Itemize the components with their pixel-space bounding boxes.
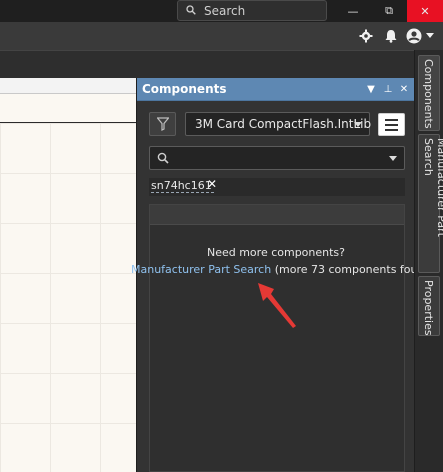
side-tab-manufacturer-part-search[interactable]: Manufacturer Part Search bbox=[418, 134, 443, 273]
pin-icon[interactable]: ⊥ bbox=[382, 83, 394, 95]
title-bar: Search — ⧉ ✕ bbox=[0, 0, 443, 22]
canvas-ruler bbox=[0, 78, 136, 94]
library-select[interactable]: 3M Card CompactFlash.IntLib bbox=[185, 112, 372, 136]
gear-icon[interactable] bbox=[358, 28, 374, 44]
side-tab-label: Components bbox=[422, 59, 435, 129]
search-icon bbox=[157, 152, 169, 164]
minimize-icon: — bbox=[347, 4, 359, 18]
side-panel-tabs: Components Manufacturer Part Search Prop… bbox=[414, 50, 443, 472]
global-search-box[interactable]: Search bbox=[177, 0, 327, 21]
hamburger-icon bbox=[385, 118, 398, 121]
more-components-line: Manufacturer Part Search (more 73 compon… bbox=[131, 263, 431, 276]
panel-menu-button[interactable] bbox=[378, 113, 405, 136]
components-panel: Components ▼ ⊥ ✕ 3M Card CompactFlash.In… bbox=[131, 78, 418, 472]
component-search-field[interactable] bbox=[149, 146, 405, 170]
filter-button[interactable] bbox=[149, 112, 176, 136]
funnel-icon bbox=[156, 117, 169, 131]
bell-icon[interactable] bbox=[383, 28, 399, 44]
user-icon[interactable] bbox=[406, 28, 422, 44]
minimize-button[interactable]: — bbox=[335, 0, 371, 22]
side-tab-label: Properties bbox=[422, 280, 435, 336]
restore-button[interactable]: ⧉ bbox=[371, 0, 407, 22]
global-search-placeholder: Search bbox=[204, 4, 246, 18]
results-grid bbox=[149, 204, 405, 472]
canvas-grid bbox=[0, 123, 136, 472]
active-filters: sn74hc161 ✕ bbox=[149, 177, 405, 196]
filter-chip[interactable]: sn74hc161 bbox=[151, 179, 214, 193]
schematic-canvas[interactable] bbox=[0, 78, 136, 472]
document-tab-strip bbox=[0, 50, 443, 78]
side-tab-label: Manufacturer Part Search bbox=[422, 138, 443, 237]
side-tab-components[interactable]: Components bbox=[418, 55, 440, 131]
chevron-down-icon bbox=[354, 122, 362, 127]
library-select-value: 3M Card CompactFlash.IntLib bbox=[195, 117, 372, 131]
component-search-input[interactable] bbox=[176, 149, 376, 167]
top-toolbar bbox=[0, 22, 443, 50]
restore-icon: ⧉ bbox=[385, 4, 393, 17]
close-icon: ✕ bbox=[420, 4, 430, 18]
need-more-message: Need more components? bbox=[206, 246, 346, 259]
close-window-button[interactable]: ✕ bbox=[407, 0, 443, 22]
results-grid-header bbox=[150, 205, 404, 225]
side-tab-properties[interactable]: Properties bbox=[418, 276, 440, 336]
chevron-down-icon[interactable] bbox=[389, 156, 397, 161]
caret-down-icon[interactable] bbox=[425, 28, 435, 44]
search-icon bbox=[186, 5, 196, 15]
manufacturer-part-search-link[interactable]: Manufacturer Part Search bbox=[131, 263, 271, 276]
panel-header: Components ▼ ⊥ ✕ bbox=[137, 78, 415, 101]
more-components-count: (more 73 components fou bbox=[274, 263, 418, 276]
close-panel-icon[interactable]: ✕ bbox=[398, 83, 410, 95]
remove-filter-icon[interactable]: ✕ bbox=[207, 177, 217, 191]
panel-title: Components bbox=[142, 82, 227, 96]
panel-menu-chevron-icon[interactable]: ▼ bbox=[365, 83, 377, 95]
